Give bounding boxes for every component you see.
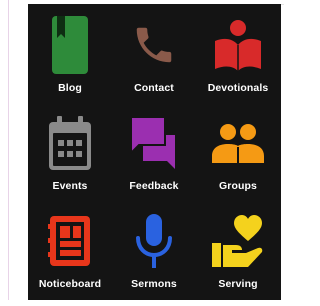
menu-item-label: Events [52, 180, 88, 192]
menu-item-label: Sermons [131, 278, 177, 290]
menu-item-label: Noticeboard [38, 278, 102, 290]
hand-heart-icon [210, 211, 266, 271]
people-group-icon [210, 113, 266, 173]
page-left-border [8, 0, 9, 300]
menu-item-sermons[interactable]: Sermons [112, 208, 196, 306]
menu-item-devotionals[interactable]: Devotionals [196, 12, 280, 110]
menu-item-label: Contact [134, 82, 174, 94]
menu-item-feedback[interactable]: Feedback [112, 110, 196, 208]
menu-panel: Blog Contact Devotionals Events Feedback… [28, 4, 281, 300]
menu-item-serving[interactable]: Serving [196, 208, 280, 306]
menu-item-events[interactable]: Events [28, 110, 112, 208]
menu-item-groups[interactable]: Groups [196, 110, 280, 208]
menu-item-label: Feedback [129, 180, 179, 192]
menu-item-blog[interactable]: Blog [28, 12, 112, 110]
menu-item-noticeboard[interactable]: Noticeboard [28, 208, 112, 306]
menu-grid: Blog Contact Devotionals Events Feedback… [28, 12, 281, 306]
chat-bubbles-icon [126, 113, 182, 173]
menu-item-label: Devotionals [207, 82, 269, 94]
microphone-icon [126, 211, 182, 271]
menu-item-contact[interactable]: Contact [112, 12, 196, 110]
menu-item-label: Serving [218, 278, 258, 290]
reading-person-icon [210, 15, 266, 75]
phone-icon [126, 15, 182, 75]
calendar-icon [42, 113, 98, 173]
menu-item-label: Groups [219, 180, 257, 192]
notebook-icon [42, 211, 98, 271]
bookmark-book-icon [42, 15, 98, 75]
menu-item-label: Blog [58, 82, 82, 94]
